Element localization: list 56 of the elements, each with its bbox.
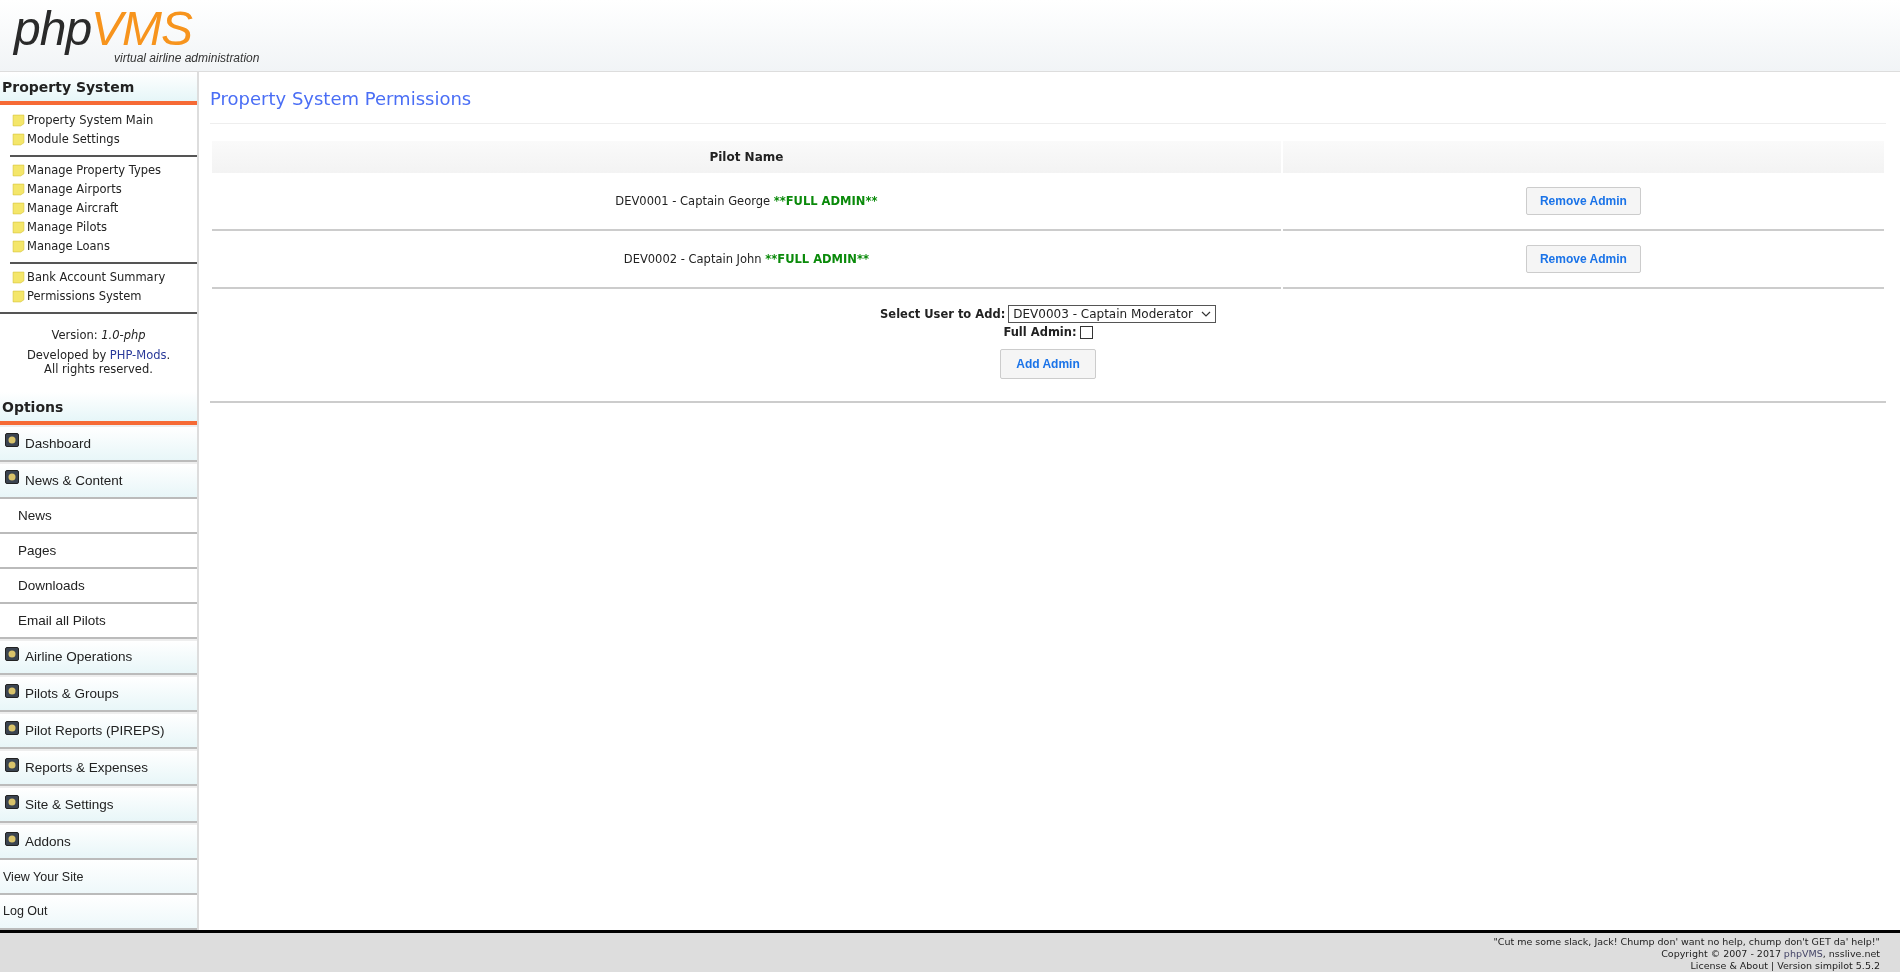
caret-icon: [1200, 311, 1211, 317]
user-select[interactable]: DEV0003 - Captain Moderator: [1008, 305, 1216, 323]
app-icon: [5, 433, 19, 448]
full-admin-checkbox[interactable]: [1079, 325, 1093, 339]
menu-section[interactable]: Airline Operations: [0, 638, 197, 676]
note-icon: [12, 164, 25, 177]
module-link[interactable]: Manage Aircraft: [12, 199, 197, 218]
page-title: Property System Permissions: [210, 72, 1886, 124]
module-link[interactable]: Property System Main: [12, 111, 197, 130]
version-text: Version: 1.0-php: [50, 328, 147, 342]
app-icon: [5, 647, 19, 661]
module-link[interactable]: Manage Loans: [12, 237, 197, 256]
menu-section[interactable]: Pilots & Groups: [0, 675, 197, 713]
note-icon: [12, 183, 25, 196]
menu-section[interactable]: Reports & Expenses: [0, 749, 197, 787]
note-icon: [12, 133, 25, 146]
rights-text: All rights reserved.: [44, 362, 153, 376]
add-admin-button[interactable]: Add Admin: [1000, 349, 1096, 379]
app-icon: [5, 757, 19, 772]
pilot-name: DEV0001 - Captain George **FULL ADMIN**: [615, 194, 878, 208]
field-label: Full Admin:: [1003, 325, 1077, 339]
credit-text: Developed by: [26, 348, 107, 362]
pilot-name: DEV0002 - Captain John **FULL ADMIN**: [623, 252, 869, 266]
column-header: Pilot Name: [212, 141, 1281, 173]
app-icon: [5, 470, 19, 485]
note-icon: [12, 290, 25, 303]
module-link[interactable]: Manage Property Types: [12, 161, 197, 180]
module-link[interactable]: Module Settings: [12, 130, 197, 149]
note-icon: [12, 202, 25, 215]
note-icon: [12, 114, 25, 127]
app-icon: [5, 831, 19, 846]
app-icon: [5, 720, 19, 735]
module-link[interactable]: Manage Airports: [12, 180, 197, 199]
module-link[interactable]: Permissions System: [12, 287, 197, 306]
copyright-link[interactable]: phpVMS: [1783, 948, 1823, 959]
app-icon: [5, 794, 19, 809]
menu-section[interactable]: Addons: [0, 823, 197, 861]
copyright-text: Copyright © 2007 - 2017: [1661, 948, 1781, 959]
license-text: License & About | Version simpilot 5.5.2: [1689, 960, 1880, 972]
remove-admin-button[interactable]: Remove Admin: [1525, 245, 1641, 273]
module-link[interactable]: Bank Account Summary: [12, 268, 197, 287]
remove-admin-button[interactable]: Remove Admin: [1525, 187, 1641, 215]
menu-section[interactable]: Pilot Reports (PIREPS): [0, 712, 197, 750]
menu-section[interactable]: Site & Settings: [0, 786, 197, 824]
note-icon: [12, 240, 25, 253]
note-icon: [12, 271, 25, 284]
app-icon: [5, 683, 19, 698]
field-label: Select User to Add:: [880, 307, 1006, 321]
note-icon: [12, 221, 25, 234]
module-link[interactable]: Manage Pilots: [12, 218, 197, 237]
quote-text: "Cut me some slack, Jack! Chump don' want no help, chump don't GET da' help!": [1492, 936, 1880, 948]
menu-section[interactable]: Dashboard: [0, 425, 197, 462]
credit-text: .: [166, 348, 171, 362]
copyright-text: , nsslive.net: [1822, 948, 1880, 959]
menu-section[interactable]: News & Content: [0, 461, 197, 499]
logo[interactable]: phpVMS virtual airline administration: [14, 6, 260, 65]
